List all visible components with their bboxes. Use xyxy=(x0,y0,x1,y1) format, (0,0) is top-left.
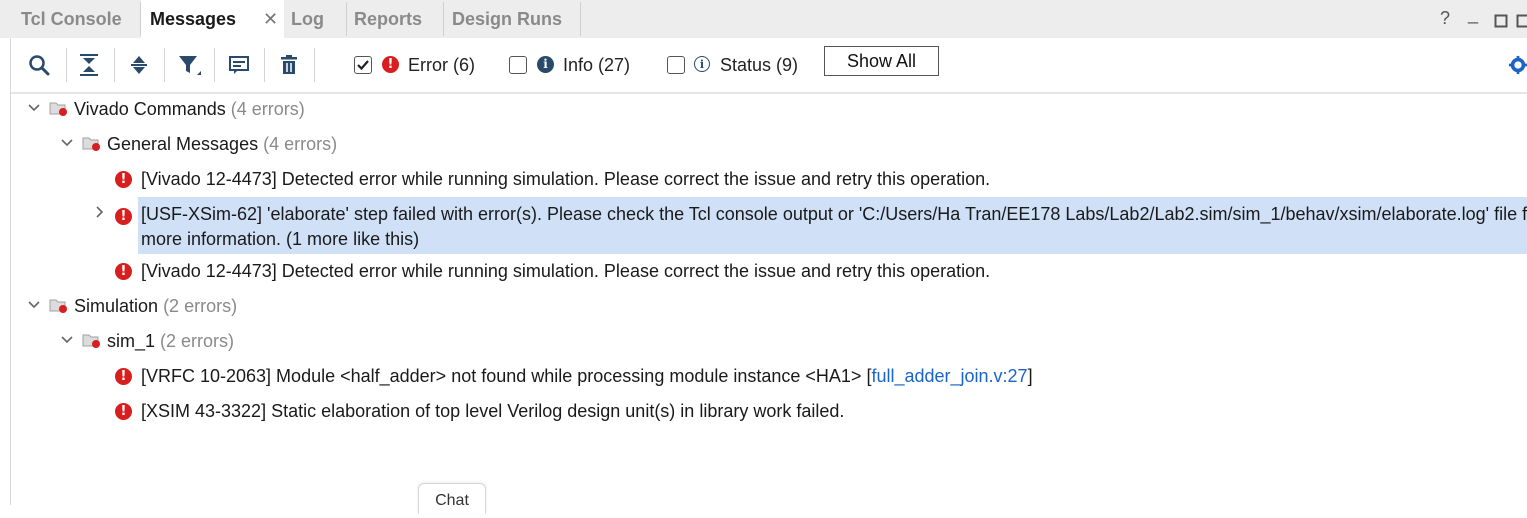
group-icon[interactable] xyxy=(224,50,254,80)
error-filter-checkbox[interactable] xyxy=(354,56,372,74)
chat-tab[interactable]: Chat xyxy=(418,483,486,514)
status-filter-label[interactable]: Status (9) xyxy=(720,55,798,76)
minimize-icon[interactable]: _ xyxy=(1468,4,1478,25)
tab-divider xyxy=(580,2,581,36)
error-icon: ! xyxy=(115,368,132,385)
toolbar-divider xyxy=(314,48,315,82)
panel-left-border xyxy=(10,38,11,505)
toolbar-divider xyxy=(164,48,165,82)
chevron-down-icon[interactable] xyxy=(28,300,40,310)
tab-label: Design Runs xyxy=(452,9,562,29)
error-count: (2 errors) xyxy=(160,331,234,351)
expand-all-icon[interactable] xyxy=(124,50,154,80)
message-row[interactable]: [Vivado 12-4473] Detected error while ru… xyxy=(141,167,990,191)
tab-tcl-console[interactable]: Tcl Console xyxy=(0,0,140,38)
toolbar-divider xyxy=(66,48,67,82)
status-icon: i xyxy=(694,56,710,72)
tab-label: Messages xyxy=(150,9,236,29)
search-icon[interactable] xyxy=(24,50,54,80)
error-filter-label[interactable]: Error (6) xyxy=(408,55,475,76)
help-icon[interactable]: ? xyxy=(1440,8,1450,29)
tree-group-simulation[interactable]: Simulation (2 errors) xyxy=(74,294,237,318)
tree-group-vivado-commands[interactable]: Vivado Commands (4 errors) xyxy=(74,97,305,121)
collapse-all-icon[interactable] xyxy=(74,50,104,80)
chevron-down-icon[interactable] xyxy=(61,335,73,345)
message-row-selected[interactable]: [USF-XSim-62] 'elaborate' step failed wi… xyxy=(141,202,1527,226)
folder-icon xyxy=(81,134,101,152)
messages-toolbar: ! Error (6) i Info (27) i Status (9) Sho… xyxy=(11,38,1527,94)
error-count: (4 errors) xyxy=(263,134,337,154)
error-count: (4 errors) xyxy=(231,99,305,119)
tab-label: Log xyxy=(291,9,324,29)
restore-icon[interactable] xyxy=(1494,12,1508,33)
delete-icon[interactable] xyxy=(274,50,304,80)
tree-subgroup-general-messages[interactable]: General Messages (4 errors) xyxy=(107,132,337,156)
message-text: [VRFC 10-2063] Module <half_adder> not f… xyxy=(141,366,871,386)
folder-icon xyxy=(81,331,101,349)
subgroup-label: General Messages xyxy=(107,134,258,154)
tab-reports[interactable]: Reports xyxy=(354,0,442,38)
status-filter-checkbox[interactable] xyxy=(667,56,685,74)
error-count: (2 errors) xyxy=(163,296,237,316)
tab-label: Reports xyxy=(354,9,422,29)
toolbar-divider xyxy=(264,48,265,82)
group-label: Vivado Commands xyxy=(74,99,226,119)
tab-messages[interactable]: Messages ✕ xyxy=(141,0,284,38)
chevron-right-icon[interactable] xyxy=(95,206,105,218)
message-text: ] xyxy=(1028,366,1033,386)
folder-icon xyxy=(48,296,68,314)
error-icon: ! xyxy=(382,56,399,73)
message-row-continuation: more information. (1 more like this) xyxy=(141,227,419,251)
folder-icon xyxy=(48,99,68,117)
gear-icon[interactable] xyxy=(1508,50,1527,80)
tab-bar: Tcl Console Messages ✕ Log Reports Desig… xyxy=(0,0,1527,38)
toolbar-divider xyxy=(214,48,215,82)
info-icon: i xyxy=(537,56,554,73)
error-icon: ! xyxy=(115,171,132,188)
info-filter-checkbox[interactable] xyxy=(509,56,527,74)
error-icon: ! xyxy=(115,403,132,420)
tab-divider xyxy=(443,2,444,36)
close-icon[interactable]: ✕ xyxy=(263,0,278,38)
chevron-down-icon[interactable] xyxy=(28,103,40,113)
maximize-icon[interactable] xyxy=(1516,12,1527,33)
tree-subgroup-sim-1[interactable]: sim_1 (2 errors) xyxy=(107,329,234,353)
toolbar-divider xyxy=(114,48,115,82)
error-icon: ! xyxy=(115,208,132,225)
source-link[interactable]: full_adder_join.v:27 xyxy=(871,366,1027,386)
show-all-button[interactable]: Show All xyxy=(824,46,939,76)
tab-log[interactable]: Log xyxy=(291,0,346,38)
message-row[interactable]: [Vivado 12-4473] Detected error while ru… xyxy=(141,259,990,283)
tab-design-runs[interactable]: Design Runs xyxy=(452,0,580,38)
message-row[interactable]: [VRFC 10-2063] Module <half_adder> not f… xyxy=(141,364,1033,388)
tab-label: Tcl Console xyxy=(21,9,122,29)
group-label: Simulation xyxy=(74,296,158,316)
chevron-down-icon[interactable] xyxy=(61,138,73,148)
error-icon: ! xyxy=(115,263,132,280)
subgroup-label: sim_1 xyxy=(107,331,155,351)
message-row[interactable]: [XSIM 43-3322] Static elaboration of top… xyxy=(141,399,844,423)
tab-divider xyxy=(346,2,347,36)
info-filter-label[interactable]: Info (27) xyxy=(563,55,630,76)
filter-icon[interactable] xyxy=(174,50,204,80)
